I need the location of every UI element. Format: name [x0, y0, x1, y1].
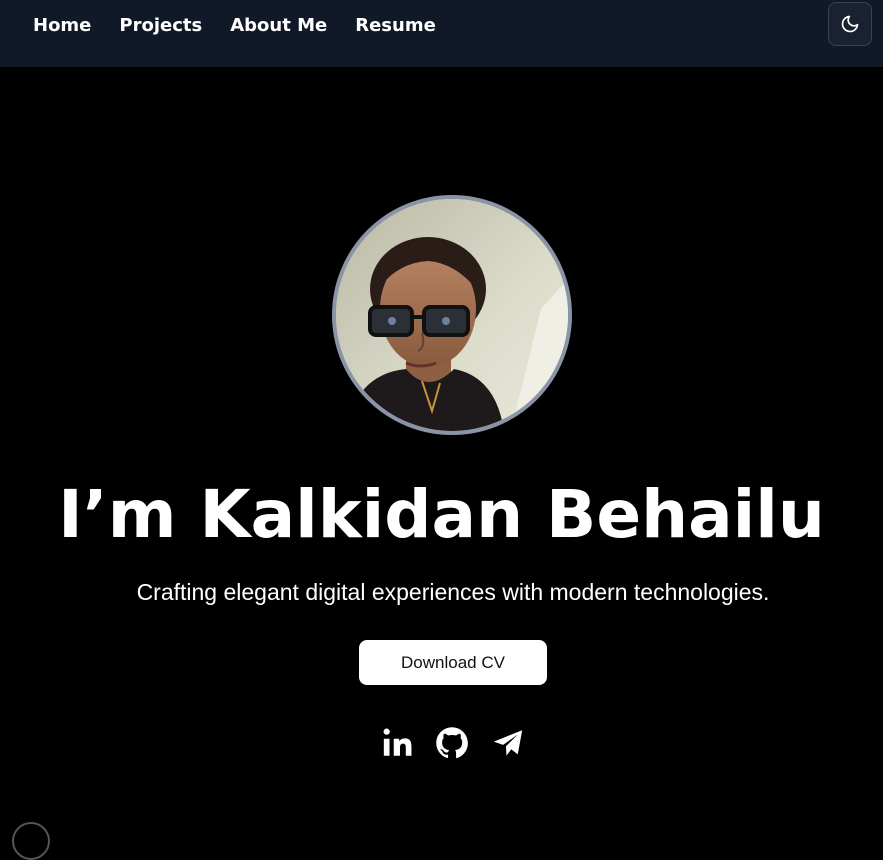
github-icon — [436, 727, 468, 759]
download-cv-button[interactable]: Download CV — [359, 640, 547, 685]
nav-link-projects[interactable]: Projects — [119, 14, 202, 38]
avatar — [332, 195, 572, 435]
telegram-icon — [493, 730, 523, 756]
github-link[interactable] — [432, 723, 472, 763]
navbar: Home Projects About Me Resume — [0, 0, 883, 67]
nav-links: Home Projects About Me Resume — [33, 14, 464, 38]
nav-link-about-me[interactable]: About Me — [230, 14, 327, 38]
linkedin-link[interactable] — [378, 723, 418, 763]
linkedin-icon — [383, 728, 412, 756]
moon-icon — [841, 15, 859, 33]
social-links — [378, 723, 528, 763]
theme-toggle-button[interactable] — [828, 2, 872, 46]
nav-link-home[interactable]: Home — [33, 14, 91, 38]
hero-subtitle: Crafting elegant digital experiences wit… — [136, 579, 770, 605]
hero-section: I’m Kalkidan Behailu Crafting elegant di… — [0, 67, 883, 834]
scroll-indicator[interactable] — [12, 822, 50, 860]
profile-photo — [336, 199, 568, 431]
nav-link-resume[interactable]: Resume — [355, 14, 436, 38]
telegram-link[interactable] — [488, 723, 528, 763]
hero-title: I’m Kalkidan Behailu — [58, 476, 825, 553]
